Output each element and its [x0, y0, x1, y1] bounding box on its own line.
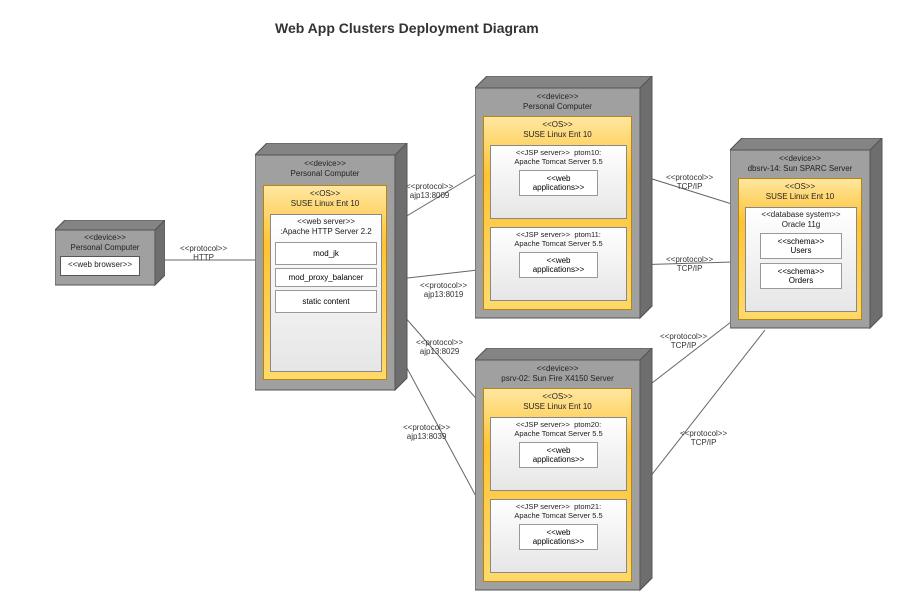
node-db: <<device>> dbsrv-14: Sun SPARC Server <<…	[730, 150, 870, 328]
http-mod2: static content	[275, 290, 377, 313]
node-bottom-tomcat: <<device>> psrv-02: Sun Fire X4150 Serve…	[475, 360, 640, 590]
protocol-tcp1: <<protocol>>TCP/IP	[666, 174, 713, 192]
client-browser: <<web browser>>	[60, 256, 140, 276]
db-system: <<database system>> Oracle 11g <<schema>…	[745, 207, 857, 312]
http-stereotype: <<device>>	[304, 159, 346, 168]
client-stereotype: <<device>>	[84, 233, 126, 242]
node-top-tomcat: <<device>> Personal Computer <<OS>> SUSE…	[475, 88, 640, 318]
node-http-server: <<device>> Personal Computer <<OS>> SUSE…	[255, 155, 395, 390]
bottom-jsp1-apps: <<web applications>>	[519, 442, 598, 468]
db-os: <<OS>> SUSE Linux Ent 10 <<database syst…	[738, 178, 862, 320]
bottom-jsp1: <<JSP server>> ptom20: Apache Tomcat Ser…	[490, 417, 627, 491]
protocol-tcp3: <<protocol>>TCP/IP	[660, 333, 707, 351]
http-webserver: <<web server>> :Apache HTTP Server 2.2 m…	[270, 214, 382, 372]
diagram-canvas: <<protocol>>HTTP <<protocol>>ajp13:8009 …	[0, 0, 900, 601]
http-mod0: mod_jk	[275, 242, 377, 265]
protocol-ajp3: <<protocol>>ajp13:8029	[416, 339, 463, 357]
node-client: <<device>> Personal Computer <<web brows…	[55, 230, 155, 285]
bottom-jsp2-apps: <<web applications>>	[519, 524, 598, 550]
bottom-os: <<OS>> SUSE Linux Ent 10 <<JSP server>> …	[483, 388, 632, 582]
protocol-http: <<protocol>>HTTP	[180, 245, 227, 263]
db-schema1: <<schema>>Users	[760, 233, 842, 259]
db-schema2: <<schema>>Orders	[760, 263, 842, 289]
top-jsp1-apps: <<web applications>>	[519, 170, 598, 196]
top-jsp2: <<JSP server>> ptom11: Apache Tomcat Ser…	[490, 227, 627, 301]
protocol-ajp1: <<protocol>>ajp13:8009	[406, 183, 453, 201]
protocol-ajp4: <<protocol>>ajp13:8039	[403, 424, 450, 442]
top-jsp2-apps: <<web applications>>	[519, 252, 598, 278]
client-name: Personal Computer	[71, 243, 140, 252]
bottom-jsp2: <<JSP server>> ptom21: Apache Tomcat Ser…	[490, 499, 627, 573]
http-mod1: mod_proxy_balancer	[275, 268, 377, 287]
http-os: <<OS>> SUSE Linux Ent 10 <<web server>> …	[263, 185, 387, 380]
protocol-ajp2: <<protocol>>ajp13:8019	[420, 282, 467, 300]
top-jsp1: <<JSP server>> ptom10: Apache Tomcat Ser…	[490, 145, 627, 219]
top-os: <<OS>> SUSE Linux Ent 10 <<JSP server>> …	[483, 116, 632, 310]
protocol-tcp4: <<protocol>>TCP/IP	[680, 430, 727, 448]
protocol-tcp2: <<protocol>>TCP/IP	[666, 256, 713, 274]
http-name: Personal Computer	[291, 169, 360, 178]
